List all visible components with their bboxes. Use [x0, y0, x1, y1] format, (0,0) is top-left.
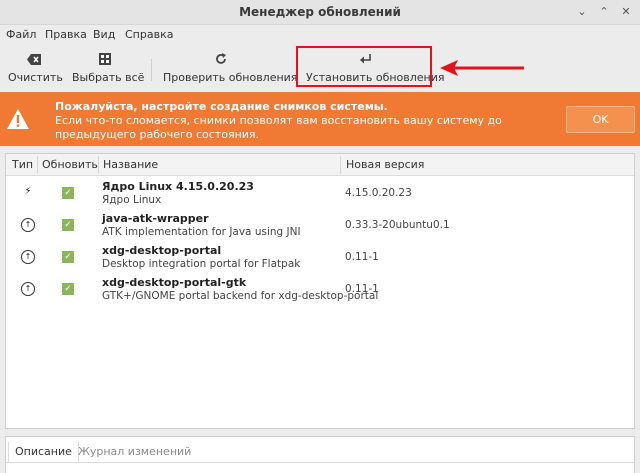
- upgrade-icon: ↑: [21, 250, 35, 264]
- details-panel: Описание Журнал изменений: [5, 436, 635, 473]
- table-row[interactable]: ↑ ✓ java-atk-wrapper ATK implementation …: [6, 210, 634, 242]
- menu-view[interactable]: Вид: [93, 28, 115, 41]
- banner-title: Пожалуйста, настройте создание снимков с…: [55, 100, 388, 113]
- updates-table: Тип Обновить Название Новая версия ⚡ ✓ Я…: [5, 153, 635, 429]
- tab-divider: [6, 462, 634, 463]
- package-version: 0.11-1: [345, 283, 379, 295]
- package-name: xdg-desktop-portal-gtk: [102, 276, 247, 289]
- select-all-icon: [72, 52, 138, 70]
- clear-icon: [8, 52, 60, 70]
- package-description: Desktop integration portal for Flatpak: [102, 258, 301, 270]
- select-all-label: Выбрать всё: [72, 71, 145, 84]
- check-updates-button[interactable]: Проверить обновления: [163, 45, 298, 92]
- highlight-box: [296, 46, 432, 87]
- clear-label: Очистить: [8, 71, 63, 84]
- kernel-icon: ⚡: [24, 186, 32, 197]
- column-new-version[interactable]: Новая версия: [346, 158, 424, 171]
- close-button[interactable]: ✕: [618, 4, 634, 20]
- package-description: Ядро Linux: [102, 194, 162, 206]
- annotation-arrow: [440, 60, 524, 76]
- table-row[interactable]: ↑ ✓ xdg-desktop-portal-gtk GTK+/GNOME po…: [6, 274, 634, 306]
- column-separator: [37, 156, 38, 174]
- update-checkbox[interactable]: ✓: [62, 283, 74, 295]
- table-row[interactable]: ↑ ✓ xdg-desktop-portal Desktop integrati…: [6, 242, 634, 274]
- column-separator: [98, 156, 99, 174]
- snapshot-warning-banner: Пожалуйста, настройте создание снимков с…: [0, 92, 640, 146]
- package-name: java-atk-wrapper: [102, 212, 209, 225]
- menu-file[interactable]: Файл: [6, 28, 36, 41]
- column-name[interactable]: Название: [103, 158, 158, 171]
- tab-description[interactable]: Описание: [8, 442, 79, 462]
- banner-message: Если что-то сломается, снимки позволят в…: [55, 114, 502, 141]
- tab-changelog[interactable]: Журнал изменений: [72, 442, 197, 462]
- menu-edit[interactable]: Правка: [45, 28, 87, 41]
- banner-ok-button[interactable]: OK: [566, 106, 635, 133]
- update-checkbox[interactable]: ✓: [62, 251, 74, 263]
- package-version: 4.15.0.20.23: [345, 187, 412, 199]
- check-updates-label: Проверить обновления: [163, 71, 298, 84]
- package-description: ATK implementation for Java using JNI: [102, 226, 301, 238]
- column-update[interactable]: Обновить: [42, 158, 98, 171]
- warning-icon: [7, 109, 29, 129]
- menu-help[interactable]: Справка: [125, 28, 173, 41]
- package-name: xdg-desktop-portal: [102, 244, 222, 257]
- title-bar: Менеджер обновлений ⌄ ⌃ ✕: [0, 0, 640, 25]
- minimize-button[interactable]: ⌄: [574, 4, 590, 20]
- upgrade-icon: ↑: [21, 282, 35, 296]
- update-checkbox[interactable]: ✓: [62, 187, 74, 199]
- refresh-icon: [163, 52, 279, 70]
- menu-bar: Файл Правка Вид Справка: [0, 25, 640, 45]
- update-checkbox[interactable]: ✓: [62, 219, 74, 231]
- column-type[interactable]: Тип: [12, 158, 33, 171]
- table-header: Тип Обновить Название Новая версия: [6, 154, 634, 176]
- package-version: 0.11-1: [345, 251, 379, 263]
- clear-button[interactable]: Очистить: [8, 45, 63, 92]
- package-description: GTK+/GNOME portal backend for xdg-deskto…: [102, 290, 379, 302]
- maximize-button[interactable]: ⌃: [596, 4, 612, 20]
- package-version: 0.33.3-20ubuntu0.1: [345, 219, 450, 231]
- table-row[interactable]: ⚡ ✓ Ядро Linux 4.15.0.20.23 Ядро Linux 4…: [6, 178, 634, 210]
- select-all-button[interactable]: Выбрать всё: [72, 45, 145, 92]
- column-separator: [340, 156, 341, 174]
- package-name: Ядро Linux 4.15.0.20.23: [102, 180, 254, 193]
- upgrade-icon: ↑: [21, 218, 35, 232]
- toolbar-separator: [151, 59, 152, 81]
- window-title: Менеджер обновлений: [239, 5, 401, 19]
